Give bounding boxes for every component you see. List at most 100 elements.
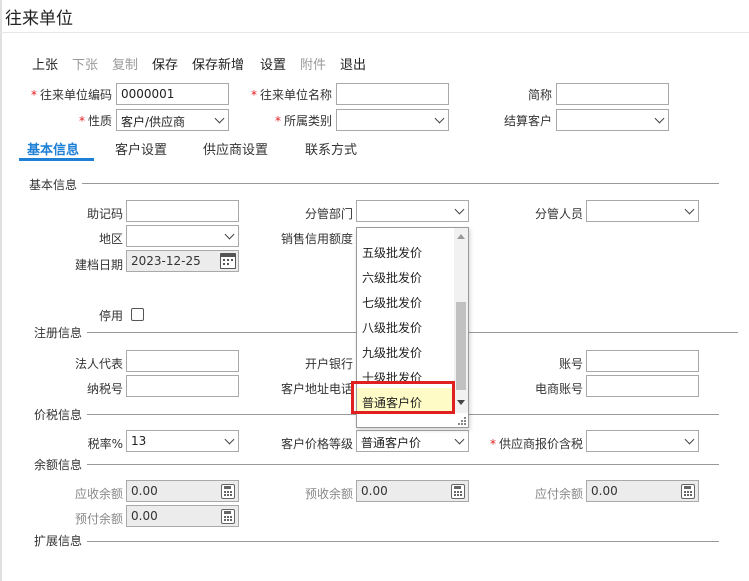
price-level-label: 客户价格等级	[280, 437, 353, 451]
code-input[interactable]: 0000001	[116, 83, 229, 105]
addr-label: 客户地址电话	[280, 382, 353, 396]
dropdown-option-selected[interactable]: 普通客户价	[362, 394, 422, 411]
active-tab-underline	[19, 158, 94, 161]
divider	[87, 464, 719, 465]
dropdown-scroll-thumb[interactable]	[456, 302, 466, 390]
copy-button[interactable]: 复制	[112, 54, 138, 73]
save-button[interactable]: 保存	[152, 54, 178, 73]
prereceipt-input[interactable]: 0.00	[356, 480, 469, 502]
person-label: 分管人员	[534, 207, 583, 221]
scroll-up-arrow-icon[interactable]	[457, 234, 465, 239]
calculator-icon[interactable]	[221, 509, 235, 524]
taxno-input[interactable]	[126, 375, 239, 397]
tab-contact[interactable]: 联系方式	[305, 139, 357, 158]
dropdown-option[interactable]: 十级批发价	[362, 369, 422, 386]
resize-grip-icon[interactable]	[458, 417, 466, 425]
dropdown-option[interactable]: 七级批发价	[362, 294, 422, 311]
legal-label: 法人代表	[74, 357, 123, 371]
ecom-label: 电商账号	[534, 382, 583, 396]
prereceipt-label: 预收余额	[304, 487, 353, 501]
credit-label: 销售信用额度	[280, 232, 353, 246]
mnemonic-label: 助记码	[86, 207, 123, 221]
chevron-down-icon	[434, 113, 445, 124]
calculator-icon[interactable]	[681, 484, 695, 499]
nature-label: * 性质	[79, 112, 112, 129]
disable-checkbox[interactable]	[131, 308, 144, 321]
date-label: 建档日期	[74, 258, 123, 272]
dropdown-option[interactable]: 八级批发价	[362, 319, 422, 336]
date-value: 2023-12-25	[131, 254, 201, 268]
prepay-input[interactable]: 0.00	[126, 505, 239, 527]
divider	[82, 183, 719, 184]
tab-supplier-settings[interactable]: 供应商设置	[203, 139, 268, 158]
supplier-tax-label: * 供应商报价含税	[490, 435, 583, 452]
chevron-down-icon	[454, 204, 465, 215]
supplier-tax-select[interactable]	[586, 430, 699, 452]
previous-button[interactable]: 上张	[32, 54, 58, 73]
next-button[interactable]: 下张	[72, 54, 98, 73]
basic-section-title: 基本信息	[29, 178, 78, 192]
nature-select[interactable]: 客户/供应商	[116, 109, 229, 131]
reg-section-title: 注册信息	[34, 326, 83, 340]
taxrate-select[interactable]: 13	[126, 430, 239, 452]
date-input[interactable]: 2023-12-25	[126, 250, 239, 272]
dropdown-option[interactable]: 六级批发价	[362, 269, 422, 286]
ecom-input[interactable]	[586, 375, 699, 397]
payable-input[interactable]: 0.00	[586, 480, 699, 502]
chevron-down-icon	[454, 434, 465, 445]
prepay-label: 预付余额	[74, 512, 123, 526]
code-label: * 往来单位编码	[31, 86, 112, 103]
calendar-icon[interactable]	[220, 253, 236, 269]
chevron-down-icon	[224, 229, 235, 240]
category-label-text: 所属类别	[283, 114, 332, 128]
ext-section-title: 扩展信息	[34, 534, 83, 548]
region-select[interactable]	[126, 225, 239, 247]
save-new-button[interactable]: 保存新增	[192, 54, 244, 73]
settings-button[interactable]: 设置	[260, 54, 286, 73]
legal-input[interactable]	[126, 350, 239, 372]
name-input[interactable]	[336, 83, 449, 105]
dropdown-option[interactable]: 九级批发价	[362, 344, 422, 361]
taxrate-label: 税率%	[87, 437, 123, 451]
category-select[interactable]	[336, 109, 449, 131]
required-marker: *	[78, 114, 85, 128]
title-bar: 往来单位	[0, 0, 749, 33]
abbr-input[interactable]	[556, 83, 669, 105]
required-marker: *	[274, 114, 281, 128]
exit-button[interactable]: 退出	[340, 54, 366, 73]
code-value: 0000001	[121, 87, 175, 101]
abbr-label: 简称	[527, 88, 552, 102]
nature-value: 客户/供应商	[121, 115, 186, 129]
mnemonic-input[interactable]	[126, 200, 239, 222]
tab-customer-settings[interactable]: 客户设置	[115, 139, 167, 158]
payable-label: 应付余额	[534, 487, 583, 501]
receivable-value: 0.00	[131, 484, 158, 498]
settle-label: 结算客户	[503, 114, 552, 128]
dept-label: 分管部门	[304, 207, 353, 221]
person-select[interactable]	[586, 200, 699, 222]
calculator-icon[interactable]	[221, 484, 235, 499]
required-marker: *	[250, 88, 257, 102]
taxrate-value: 13	[131, 434, 147, 448]
code-label-text: 往来单位编码	[39, 88, 112, 102]
receivable-label: 应收余额	[74, 487, 123, 501]
calculator-icon[interactable]	[451, 484, 465, 499]
price-section-title: 价税信息	[34, 408, 83, 422]
tab-basic-info[interactable]: 基本信息	[27, 139, 79, 158]
payable-value: 0.00	[591, 484, 618, 498]
dept-select[interactable]	[356, 200, 469, 222]
region-label: 地区	[98, 232, 123, 246]
settle-select[interactable]	[556, 109, 669, 131]
dropdown-option[interactable]: 五级批发价	[362, 244, 422, 261]
nature-label-text: 性质	[87, 114, 112, 128]
receivable-input[interactable]: 0.00	[126, 480, 239, 502]
scroll-down-arrow-icon[interactable]	[457, 400, 465, 405]
chevron-down-icon	[654, 113, 665, 124]
window-left-border	[0, 0, 2, 581]
attachment-button[interactable]: 附件	[300, 54, 326, 73]
divider	[87, 541, 719, 542]
price-level-value: 普通客户价	[361, 436, 422, 450]
account-input[interactable]	[586, 350, 699, 372]
window-title: 往来单位	[5, 9, 73, 29]
price-level-select[interactable]: 普通客户价	[356, 430, 469, 452]
